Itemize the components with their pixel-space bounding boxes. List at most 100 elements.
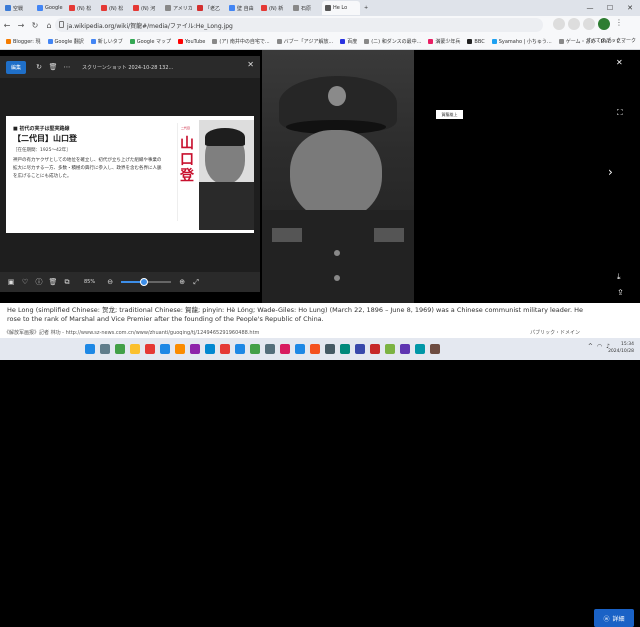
bookmark-favicon xyxy=(276,39,282,44)
menu-icon[interactable]: ⋮ xyxy=(613,18,625,30)
credit-source[interactable]: 《解放军画报》記者 林功 - http://www.sz-news.com.cn… xyxy=(4,329,259,336)
bookmark-item[interactable]: Google 翻訳 xyxy=(47,38,87,45)
taskbar-app-icon[interactable] xyxy=(385,344,395,354)
taskbar-app-icon[interactable] xyxy=(280,344,290,354)
taskbar-app-icon[interactable] xyxy=(265,344,275,354)
taskbar-app-icon[interactable] xyxy=(415,344,425,354)
forward-icon[interactable]: → xyxy=(14,18,28,32)
bookmark-label: (ア) 南井中の自宅で... xyxy=(219,39,270,45)
doc-body: 神戸の有力ヤクザとしての地位を確立し、初代が立ち上げた組織や事業の拡大に尽力する… xyxy=(13,158,162,179)
download-icon[interactable]: ⤓ xyxy=(617,272,621,282)
crop-icon[interactable]: ⧉ xyxy=(60,275,74,289)
edit-button[interactable]: 編集 xyxy=(6,60,27,74)
taskbar-app-icon[interactable] xyxy=(370,344,380,354)
bookmark-favicon xyxy=(6,39,11,44)
rotate-icon[interactable]: ↻ xyxy=(32,60,46,74)
browser-tab[interactable]: 石原 xyxy=(290,1,321,15)
all-bookmarks-link[interactable]: すべてのブックマーク xyxy=(587,37,636,44)
more-icon[interactable]: ⋯ xyxy=(60,60,74,74)
browser-tab[interactable]: アメリカ xyxy=(162,1,193,15)
taskbar-app-icon[interactable] xyxy=(235,344,245,354)
zoom-slider-knob[interactable] xyxy=(139,278,148,286)
details-button[interactable]: ⓦ 詳細 xyxy=(594,609,634,627)
bookmark-item[interactable]: Blogger: 現 xyxy=(6,38,44,45)
taskbar-app-icon[interactable] xyxy=(130,344,140,354)
browser-tab[interactable]: (N) 新 xyxy=(258,1,289,15)
taskbar-app-icon[interactable] xyxy=(430,344,440,354)
bookmark-item[interactable]: YouTube xyxy=(178,39,208,45)
taskbar-app-icon[interactable] xyxy=(160,344,170,354)
zoom-slider[interactable] xyxy=(121,278,172,286)
browser-tab[interactable]: Google xyxy=(34,1,65,15)
taskbar-app-icon[interactable] xyxy=(400,344,410,354)
credit-line: 《解放军画报》記者 林功 - http://www.sz-news.com.cn… xyxy=(0,327,640,338)
browser-tab[interactable]: 壁 自由 xyxy=(226,1,257,15)
share-icon[interactable]: ⇪ xyxy=(617,288,624,297)
taskbar-app-icon[interactable] xyxy=(145,344,155,354)
browser-tab-active[interactable]: He Lo xyxy=(322,1,360,15)
image-icon[interactable]: ▣ xyxy=(4,275,18,289)
clock[interactable]: 15:34 2024/10/28 xyxy=(608,341,634,355)
browser-tab[interactable]: (N) 松 xyxy=(98,1,129,15)
zoom-in-icon[interactable]: ⊕ xyxy=(175,275,189,289)
doc-red-label: 二代目 xyxy=(181,126,191,130)
doc-term: ［在任期間：1925〜42年］ xyxy=(13,148,71,153)
close-viewer-icon[interactable]: ✕ xyxy=(616,58,623,67)
bookmark-item[interactable]: バブー「アジア解放... xyxy=(276,38,337,45)
browser-tab[interactable]: 空戦 xyxy=(2,1,33,15)
extension-icon[interactable] xyxy=(568,18,580,30)
taskbar-app-icon[interactable] xyxy=(115,344,125,354)
taskbar-app-icon[interactable] xyxy=(205,344,215,354)
bookmark-item[interactable]: BBC xyxy=(467,39,487,45)
heart-icon[interactable]: ♡ xyxy=(18,275,32,289)
taskbar-app-icon[interactable] xyxy=(325,344,335,354)
taskbar-app-icon[interactable] xyxy=(220,344,230,354)
taskbar-app-icon[interactable] xyxy=(85,344,95,354)
bookmark-item[interactable]: 新しいタブ xyxy=(90,38,126,45)
taskbar-app-icon[interactable] xyxy=(295,344,305,354)
fit-window-icon[interactable]: ⤢ xyxy=(189,275,203,289)
home-icon[interactable]: ⌂ xyxy=(42,18,56,32)
bookmark-item[interactable]: 百度 xyxy=(340,38,360,45)
bookmark-item[interactable]: 満蒙少年兵 xyxy=(428,38,463,45)
delete-icon[interactable]: 🗑 xyxy=(46,275,60,289)
taskbar-app-icon[interactable] xyxy=(355,344,365,354)
bookmark-item[interactable]: Google マップ xyxy=(129,38,174,45)
zoom-out-icon[interactable]: ⊖ xyxy=(103,275,117,289)
back-icon[interactable]: ← xyxy=(0,18,14,32)
new-tab-button[interactable]: + xyxy=(361,1,375,15)
bookmark-item[interactable]: (ニ) 和ダンスの最中... xyxy=(364,38,424,45)
download-icon[interactable] xyxy=(583,18,595,30)
close-icon[interactable]: ✕ xyxy=(247,60,254,69)
minimize-icon[interactable]: — xyxy=(580,0,600,16)
taskbar-app-icon[interactable] xyxy=(190,344,200,354)
doc-heading: 【二代目】山口登 xyxy=(13,134,77,143)
bookmark-label: BBC xyxy=(474,38,485,45)
license-label[interactable]: パブリック・ドメイン xyxy=(530,329,580,336)
extension-icon[interactable] xyxy=(553,18,565,30)
bookmark-item[interactable]: Syamaho | 小ちゅう... xyxy=(491,38,555,45)
bookmarks-bar: Blogger: 現 Google 翻訳 新しいタブ Google マップ Yo… xyxy=(0,34,640,50)
taskbar-app-icon[interactable] xyxy=(340,344,350,354)
info-icon[interactable]: ⓘ xyxy=(32,275,46,289)
taskbar-app-icon[interactable] xyxy=(310,344,320,354)
chevron-up-icon[interactable]: ^ xyxy=(588,343,593,350)
tab-favicon xyxy=(101,5,107,11)
browser-tab[interactable]: 「老乙 xyxy=(194,1,225,15)
taskbar-app-icon[interactable] xyxy=(250,344,260,354)
fullscreen-icon[interactable]: ⛶ xyxy=(617,108,623,118)
delete-icon[interactable]: 🗑 xyxy=(46,60,60,74)
close-icon[interactable]: ✕ xyxy=(620,0,640,16)
bookmark-item[interactable]: (ア) 南井中の自宅で... xyxy=(212,38,272,45)
profile-avatar[interactable] xyxy=(598,18,610,30)
tab-favicon xyxy=(5,5,11,11)
next-image-icon[interactable]: › xyxy=(608,165,613,179)
browser-tab[interactable]: (N) 松 xyxy=(66,1,97,15)
browser-tab[interactable]: (N) 河 xyxy=(130,1,161,15)
maximize-icon[interactable]: ☐ xyxy=(600,0,620,16)
taskbar-app-icon[interactable] xyxy=(175,344,185,354)
url-field[interactable]: ja.wikipedia.org/wiki/賀龍#/media/ファイル:He_… xyxy=(55,18,543,32)
wifi-icon[interactable]: ◠ xyxy=(597,343,602,350)
taskbar-app-icon[interactable] xyxy=(100,344,110,354)
reload-icon[interactable]: ↻ xyxy=(28,18,42,32)
